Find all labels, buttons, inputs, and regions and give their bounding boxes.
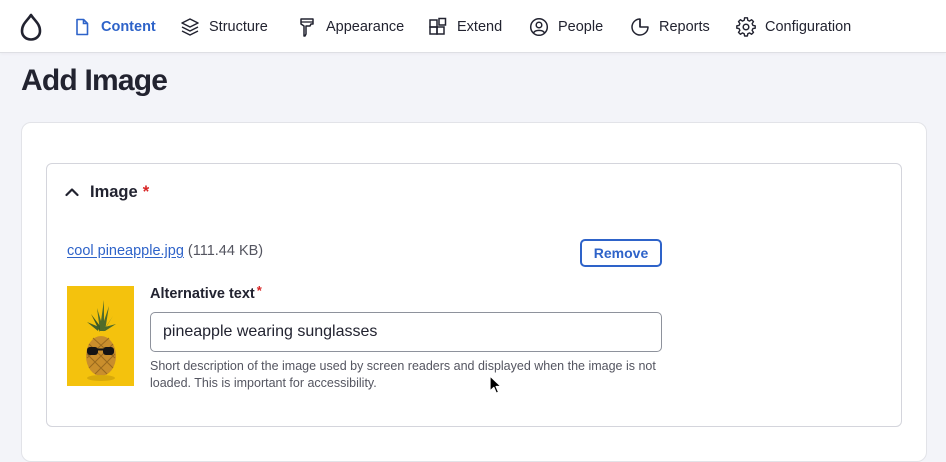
- layers-icon: [180, 17, 200, 37]
- gear-icon: [736, 16, 756, 37]
- mouse-cursor-icon: [489, 375, 502, 394]
- page-title: Add Image: [21, 64, 168, 97]
- admin-toolbar: Content Structure Appearance Extend Peop…: [0, 0, 946, 53]
- image-details-summary[interactable]: Image *: [62, 180, 149, 204]
- alt-text-field[interactable]: [150, 312, 662, 352]
- file-size: (111.44 KB): [187, 243, 264, 259]
- nav-item-label: Extend: [457, 18, 503, 35]
- document-icon: [72, 17, 92, 37]
- nav-item-label: People: [558, 18, 604, 35]
- nav-item-configuration[interactable]: Configuration: [736, 0, 851, 53]
- nav-item-label: Structure: [209, 18, 268, 35]
- puzzle-icon: [428, 17, 448, 37]
- alt-text-label: Alternative text *: [150, 283, 262, 302]
- nav-item-content[interactable]: Content: [72, 0, 156, 53]
- drop-logo-icon[interactable]: [19, 13, 43, 41]
- nav-item-label: Configuration: [765, 18, 852, 35]
- file-info: cool pineapple.jpg (111.44 KB): [67, 243, 263, 259]
- image-thumbnail: [67, 286, 134, 386]
- nav-item-reports[interactable]: Reports: [630, 0, 710, 53]
- paint-icon: [297, 17, 317, 37]
- nav-item-appearance[interactable]: Appearance: [297, 0, 404, 53]
- required-marker: *: [142, 182, 150, 201]
- file-link[interactable]: cool pineapple.jpg: [67, 243, 184, 259]
- nav-item-label: Reports: [659, 18, 710, 35]
- pie-chart-icon: [630, 17, 650, 37]
- alt-required-marker: *: [256, 283, 262, 298]
- alt-text-description: Short description of the image used by s…: [150, 359, 656, 390]
- person-icon: [529, 17, 549, 37]
- chevron-up-icon: [62, 182, 82, 202]
- image-summary-label: Image: [90, 182, 138, 201]
- nav-item-label: Content: [101, 18, 156, 35]
- nav-item-extend[interactable]: Extend: [428, 0, 502, 53]
- alt-text-label-text: Alternative text: [150, 286, 255, 302]
- nav-item-label: Appearance: [326, 18, 405, 35]
- nav-item-structure[interactable]: Structure: [180, 0, 268, 53]
- remove-button[interactable]: Remove: [580, 239, 662, 267]
- nav-item-people[interactable]: People: [529, 0, 603, 53]
